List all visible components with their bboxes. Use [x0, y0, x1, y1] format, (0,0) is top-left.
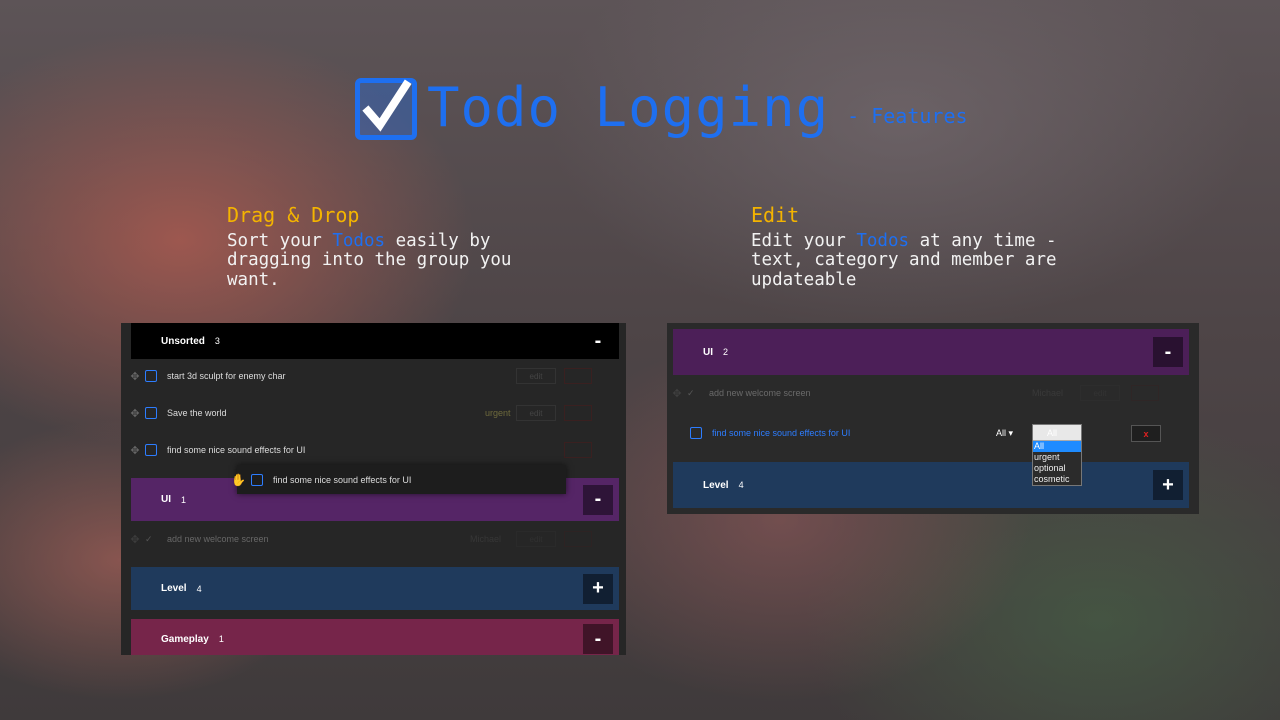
todo-edit-row[interactable]: find some nice sound effects for UI [690, 426, 890, 440]
todo-row[interactable]: ✥ ✓ add new welcome screen Michael edit [129, 531, 609, 547]
group-count: 2 [723, 347, 729, 357]
checkbox-logo-icon [355, 78, 417, 140]
collapse-button[interactable]: - [1153, 337, 1183, 367]
feature-description: Edit your Todos at any time - text, cate… [751, 230, 1057, 290]
group-name: UI [161, 494, 171, 505]
todo-text[interactable]: start 3d sculpt for enemy char [167, 371, 286, 381]
todo-checkbox[interactable] [145, 407, 157, 419]
group-name: Level [703, 479, 729, 491]
app-subtitle: - Features [847, 104, 968, 128]
drag-handle-icon[interactable]: ✥ [129, 533, 141, 546]
todo-checkbox[interactable] [145, 370, 157, 382]
member-dropdown[interactable]: All All urgent optional cosmetic [1032, 424, 1082, 486]
group-count: 1 [181, 494, 187, 505]
edit-button[interactable]: edit [1080, 385, 1120, 401]
todo-checkbox[interactable] [145, 444, 157, 456]
feature-description: Sort your Todos easily by dragging into … [227, 230, 512, 290]
dropdown-option[interactable]: optional [1033, 463, 1081, 474]
todo-row[interactable]: ✥ ✓ add new welcome screen Michael edit [671, 385, 1171, 401]
todo-text[interactable]: Save the world [167, 408, 227, 418]
group-unsorted[interactable]: Unsorted 3 - [131, 323, 619, 359]
todo-text-input[interactable]: find some nice sound effects for UI [712, 428, 850, 438]
edit-button[interactable]: edit [516, 368, 556, 384]
group-name: Gameplay [161, 633, 209, 645]
todo-category: urgent [485, 408, 511, 418]
delete-button[interactable] [564, 405, 592, 421]
group-count: 3 [214, 336, 220, 346]
todo-checkbox[interactable] [690, 427, 702, 439]
edit-screenshot-panel: UI 2 - ✥ ✓ add new welcome screen Michae… [667, 323, 1199, 514]
app-title: Todo Logging [427, 76, 830, 139]
todo-text[interactable]: add new welcome screen [709, 388, 811, 398]
todo-row[interactable]: ✥ find some nice sound effects for UI [129, 442, 609, 458]
delete-button[interactable] [564, 368, 592, 384]
group-level[interactable]: Level 4 + [673, 462, 1189, 508]
feature-heading: Drag & Drop [227, 203, 360, 227]
delete-button[interactable]: x [1131, 425, 1161, 442]
collapse-button[interactable]: - [583, 484, 613, 515]
drag-handle-icon[interactable]: ✥ [129, 444, 141, 457]
group-name: Level [161, 583, 187, 594]
edit-button[interactable]: edit [516, 405, 556, 421]
collapse-button[interactable]: - [583, 624, 613, 654]
todo-text[interactable]: add new welcome screen [167, 534, 269, 544]
todo-text: find some nice sound effects for UI [273, 474, 412, 485]
dropdown-option[interactable]: All [1033, 441, 1081, 452]
delete-button[interactable] [1131, 385, 1159, 401]
group-ui[interactable]: UI 2 - [673, 329, 1189, 375]
checkmark-icon[interactable]: ✓ [145, 534, 157, 545]
group-name: Unsorted [161, 335, 205, 347]
category-select[interactable]: All ▾ [996, 428, 1013, 439]
grab-hand-icon: ✋ [231, 472, 246, 487]
expand-button[interactable]: + [583, 573, 613, 604]
todo-row[interactable]: ✥ Save the world urgent edit [129, 405, 609, 421]
todo-member: Michael [1032, 388, 1064, 398]
group-gameplay[interactable]: Gameplay 1 - [131, 619, 619, 655]
app-header: Todo Logging - Features [355, 70, 968, 140]
group-level[interactable]: Level 4 + [131, 567, 619, 610]
feature-heading: Edit [751, 203, 800, 227]
todo-row[interactable]: ✥ start 3d sculpt for enemy char edit [129, 368, 609, 384]
drag-handle-icon[interactable]: ✥ [129, 370, 141, 383]
group-count: 4 [196, 583, 202, 594]
drag-handle-icon[interactable]: ✥ [671, 387, 683, 400]
group-name: UI [703, 346, 713, 358]
checkmark-icon[interactable]: ✓ [687, 388, 699, 399]
dropdown-current-value[interactable]: All [1033, 425, 1081, 441]
dropdown-option[interactable]: cosmetic [1033, 474, 1081, 485]
dragging-todo-item[interactable]: ✋ find some nice sound effects for UI [231, 465, 566, 494]
todo-text[interactable]: find some nice sound effects for UI [167, 445, 305, 455]
chevron-down-icon: ▾ [1008, 428, 1014, 438]
group-count: 4 [738, 480, 744, 490]
todo-checkbox [251, 473, 263, 486]
edit-button[interactable]: edit [516, 531, 556, 547]
group-count: 1 [218, 634, 224, 644]
feature-edit: Edit Edit your Todos at any time - text,… [751, 203, 1091, 290]
feature-drag-drop: Drag & Drop Sort your Todos easily by dr… [227, 203, 547, 290]
dropdown-option[interactable]: urgent [1033, 452, 1081, 463]
todo-member: Michael [470, 534, 502, 544]
delete-button[interactable] [564, 442, 592, 458]
drag-handle-icon[interactable]: ✥ [129, 407, 141, 420]
expand-button[interactable]: + [1153, 470, 1183, 500]
collapse-button[interactable]: - [583, 326, 613, 356]
delete-button[interactable] [564, 531, 592, 547]
